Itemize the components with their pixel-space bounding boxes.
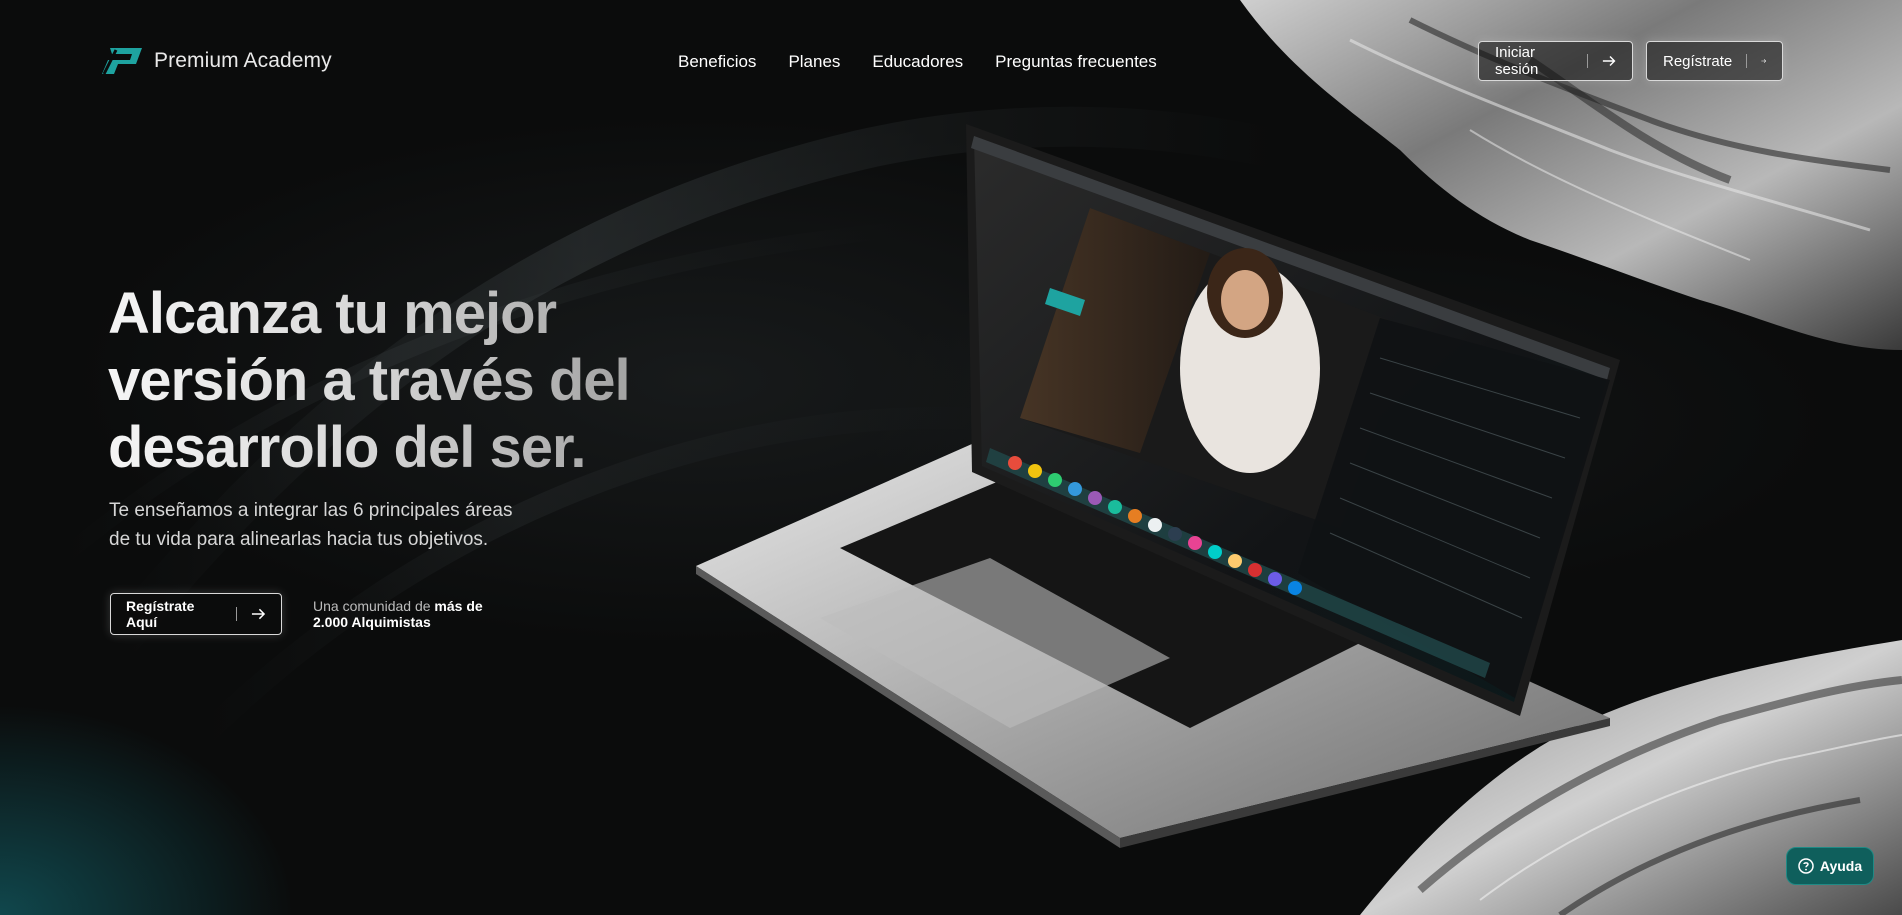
login-button[interactable]: Iniciar sesión [1478, 41, 1633, 81]
hero-title: Alcanza tu mejor versión a través del de… [108, 280, 728, 481]
logo-icon [102, 48, 142, 75]
button-separator [1586, 54, 1588, 68]
community-text: Una comunidad de más de 2.000 Alquimista… [313, 598, 483, 630]
hero-subtitle: Te enseñamos a integrar las 6 principale… [109, 496, 529, 554]
button-separator [236, 607, 238, 621]
help-button[interactable]: Ayuda [1786, 847, 1874, 885]
hero-title-line-2: versión a través del [108, 348, 630, 413]
hero-subtitle-line-1: Te enseñamos a integrar las 6 principale… [109, 500, 513, 521]
main-nav: Beneficios Planes Educadores Preguntas f… [678, 52, 1157, 72]
community-prefix: Una comunidad de [313, 598, 431, 614]
login-button-label: Iniciar sesión [1495, 44, 1539, 78]
brand-name: Premium Academy [154, 49, 332, 72]
register-button-label: Regístrate [1663, 52, 1733, 70]
hero-title-line-1: Alcanza tu mejor [108, 281, 557, 346]
register-button[interactable]: Regístrate [1646, 41, 1783, 81]
arrow-right-icon [251, 608, 266, 620]
laptop-mockup [696, 124, 1620, 848]
nav-preguntas-frecuentes[interactable]: Preguntas frecuentes [995, 52, 1157, 72]
brand-logo[interactable]: Premium Academy [100, 46, 332, 76]
cta-register-button[interactable]: Regístrate Aquí [110, 593, 282, 635]
nav-educadores[interactable]: Educadores [872, 52, 963, 72]
help-button-label: Ayuda [1819, 858, 1863, 874]
arrow-right-icon [1602, 56, 1616, 66]
help-circle-icon [1798, 858, 1814, 874]
nav-planes[interactable]: Planes [788, 52, 840, 72]
arrow-right-icon [1760, 59, 1766, 63]
hero-title-line-3: desarrollo del ser. [108, 415, 586, 480]
cta-register-label: Regístrate Aquí [126, 598, 195, 630]
hero-subtitle-line-2: de tu vida para alinearlas hacia tus obj… [109, 529, 489, 550]
nav-beneficios[interactable]: Beneficios [678, 52, 756, 72]
